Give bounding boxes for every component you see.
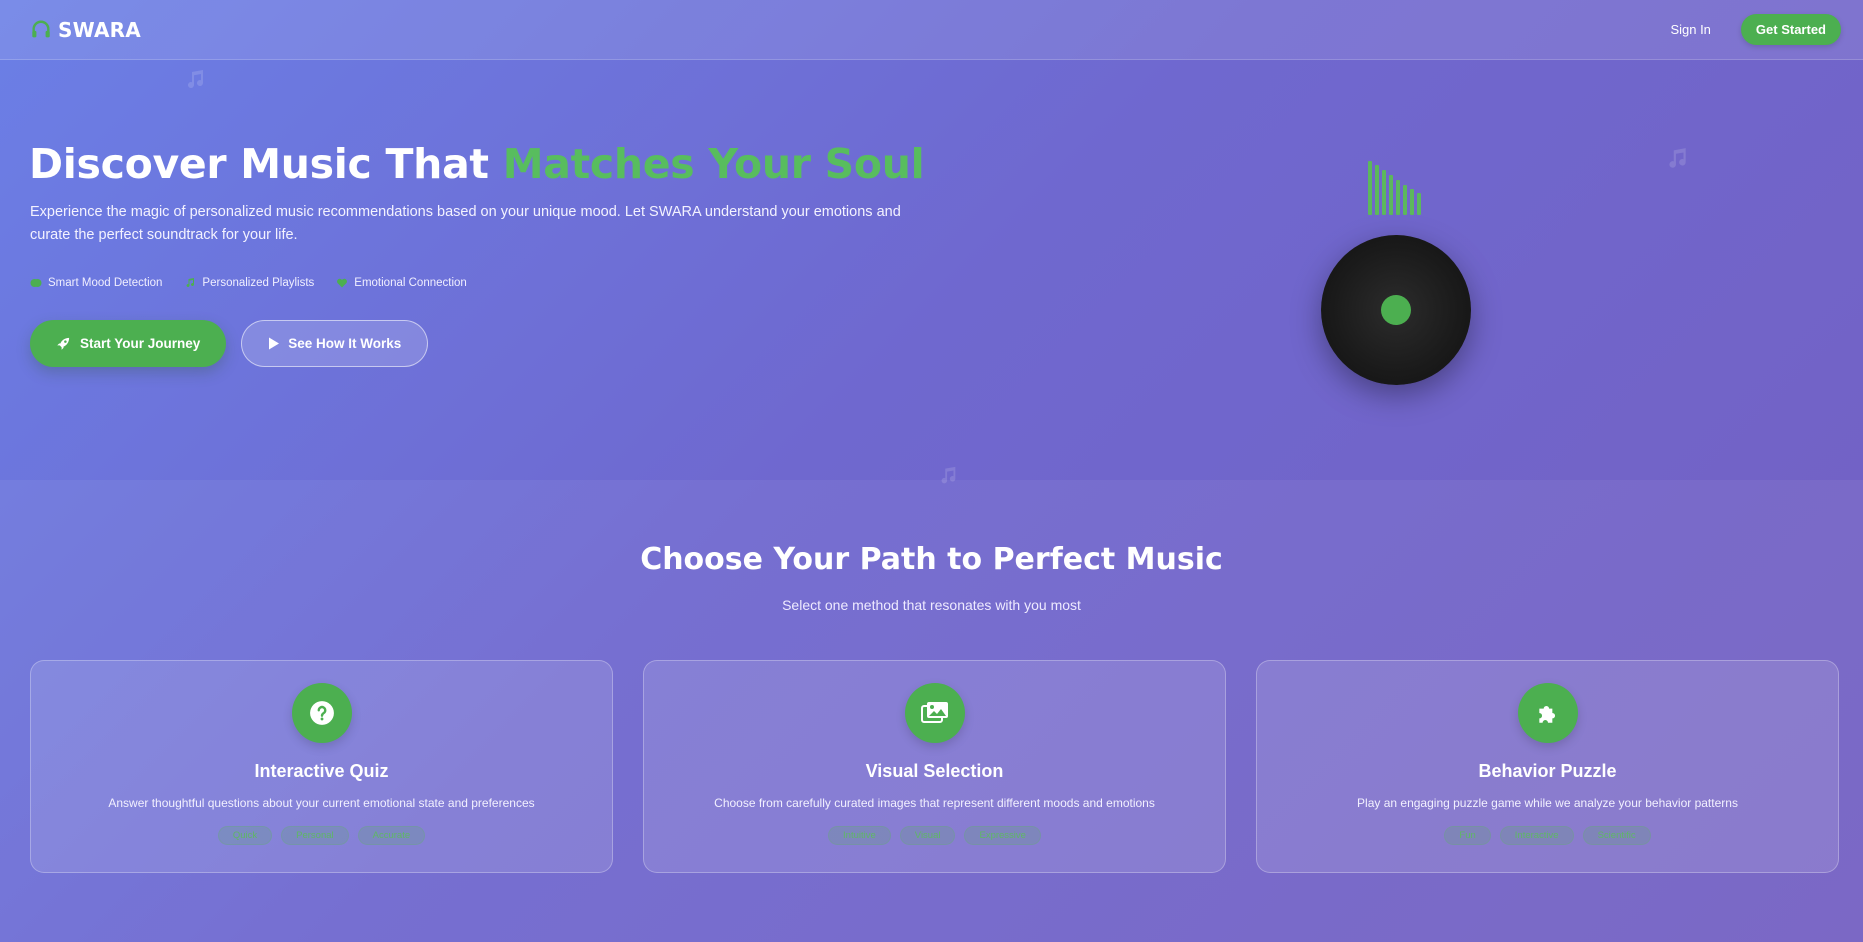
tag: Scientific xyxy=(1582,826,1651,845)
tag: Quick xyxy=(217,826,273,845)
hero-buttons: Start Your Journey See How It Works xyxy=(30,320,429,367)
hero-description: Experience the magic of personalized mus… xyxy=(30,204,901,243)
question-circle-icon xyxy=(292,683,352,743)
choose-path-section: Choose Your Path to Perfect Music Select… xyxy=(0,480,1863,942)
floating-music-note-icon xyxy=(183,68,207,97)
hero-title-accent: Matches Your Soul xyxy=(502,140,925,188)
feature-label: Personalized Playlists xyxy=(202,277,315,289)
card-visual-selection[interactable]: Visual Selection Choose from carefully c… xyxy=(643,660,1226,873)
feature-label: Emotional Connection xyxy=(354,277,467,289)
equalizer-bar xyxy=(1389,175,1393,215)
card-tags: Intuitive Visual Expressive xyxy=(644,826,1225,845)
start-journey-button[interactable]: Start Your Journey xyxy=(30,320,227,367)
play-icon xyxy=(268,337,280,350)
equalizer-bar xyxy=(1382,170,1386,215)
tag: Visual xyxy=(899,826,956,845)
hero-title: Discover Music That Matches Your Soul xyxy=(29,140,925,188)
tag: Expressive xyxy=(964,826,1041,845)
equalizer-bar xyxy=(1375,165,1379,215)
tag: Accurate xyxy=(357,826,426,845)
tag: Intuitive xyxy=(828,826,891,845)
tag: Personal xyxy=(281,826,349,845)
equalizer-animation xyxy=(1368,160,1428,215)
heart-icon xyxy=(336,277,348,289)
card-tags: Fun Interactive Scientific xyxy=(1257,826,1838,845)
feature-item: Smart Mood Detection xyxy=(30,277,162,289)
hero-section: Discover Music That Matches Your Soul Ex… xyxy=(0,60,1863,484)
tag: Fun xyxy=(1444,826,1491,845)
rocket-icon xyxy=(56,336,71,351)
section-subtitle: Select one method that resonates with yo… xyxy=(782,597,1081,613)
equalizer-bar xyxy=(1368,161,1372,215)
equalizer-bar xyxy=(1403,185,1407,215)
equalizer-bar xyxy=(1396,180,1400,215)
feature-item: Emotional Connection xyxy=(336,277,467,289)
brain-icon xyxy=(30,277,42,289)
headphones-icon xyxy=(30,19,52,41)
sign-in-link[interactable]: Sign In xyxy=(1670,22,1710,37)
see-how-it-works-label: See How It Works xyxy=(288,336,402,351)
equalizer-bar xyxy=(1417,193,1421,215)
card-tags: Quick Personal Accurate xyxy=(31,826,612,845)
nav-actions: Sign In Get Started xyxy=(1670,14,1841,45)
navbar: SWARA Sign In Get Started xyxy=(0,0,1863,60)
hero-title-main: Discover Music That xyxy=(29,140,503,188)
see-how-it-works-button[interactable]: See How It Works xyxy=(241,320,429,367)
floating-music-note-icon xyxy=(1664,146,1690,177)
feature-list: Smart Mood Detection Personalized Playli… xyxy=(30,277,467,289)
brand-name: SWARA xyxy=(58,17,141,42)
section-title: Choose Your Path to Perfect Music xyxy=(640,542,1223,577)
start-journey-label: Start Your Journey xyxy=(80,336,201,351)
card-title: Behavior Puzzle xyxy=(1478,761,1617,781)
vinyl-record xyxy=(1321,235,1471,385)
feature-label: Smart Mood Detection xyxy=(48,277,163,289)
get-started-button[interactable]: Get Started xyxy=(1740,14,1841,45)
feature-item: Personalized Playlists xyxy=(184,277,314,289)
vinyl-center-label xyxy=(1381,295,1411,325)
card-title: Interactive Quiz xyxy=(254,761,389,781)
card-description: Play an engaging puzzle game while we an… xyxy=(1357,796,1738,810)
puzzle-icon xyxy=(1518,683,1578,743)
images-icon xyxy=(905,683,965,743)
card-description: Answer thoughtful questions about your c… xyxy=(108,796,535,810)
card-behavior-puzzle[interactable]: Behavior Puzzle Play an engaging puzzle … xyxy=(1256,660,1839,873)
card-interactive-quiz[interactable]: Interactive Quiz Answer thoughtful quest… xyxy=(30,660,613,873)
card-title: Visual Selection xyxy=(865,761,1004,781)
brand-logo[interactable]: SWARA xyxy=(30,18,141,42)
card-description: Choose from carefully curated images tha… xyxy=(714,796,1155,810)
tag: Interactive xyxy=(1499,826,1574,845)
music-note-icon xyxy=(184,277,196,289)
equalizer-bar xyxy=(1410,189,1414,215)
